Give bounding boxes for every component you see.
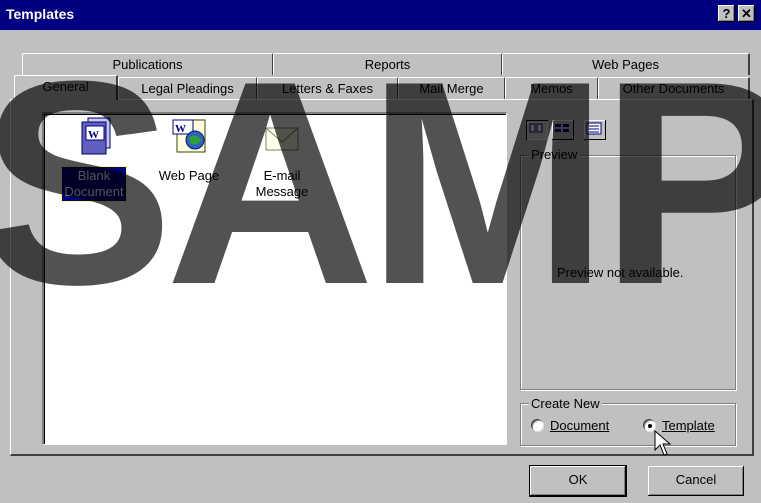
tab-memos[interactable]: Memos [505,77,599,99]
tab-mail-merge[interactable]: Mail Merge [398,77,506,99]
list-view-icon [555,124,569,132]
tab-other-documents[interactable]: Other Documents [598,77,750,99]
preview-title: Preview [529,147,580,162]
item-label-line1: Web Page [158,168,220,183]
cancel-button[interactable]: Cancel [648,466,744,496]
radio-button[interactable] [532,419,544,432]
radio-document[interactable]: Document [532,418,609,433]
ok-button[interactable]: OK [529,465,627,497]
details-view-icon [586,122,602,135]
web-page-icon: W [172,119,206,153]
close-button[interactable]: ✕ [738,5,755,22]
item-label-line2: Document [64,184,124,199]
svg-text:W: W [88,129,99,141]
tab-reports[interactable]: Reports [273,53,503,75]
email-envelope-icon [265,127,299,151]
item-label-line1: E-mail [263,168,301,183]
list-view-button[interactable] [552,120,574,140]
tab-general[interactable]: General [14,75,118,100]
title-bar: Templates ? ✕ [0,0,761,30]
tab-web-pages[interactable]: Web Pages [502,53,750,75]
item-label-line1: Blank [77,168,111,183]
tab-publications[interactable]: Publications [22,53,274,75]
templates-list[interactable]: W Blank Document W Web Page E-mail Message [42,112,507,445]
tab-legal-pleadings[interactable]: Legal Pleadings [118,77,258,99]
mouse-pointer-icon [654,430,672,456]
word-document-icon: W [81,117,111,155]
list-item-email-message[interactable]: E-mail Message [242,116,322,201]
create-new-title: Create New [529,396,602,411]
tab-letters-faxes[interactable]: Letters & Faxes [257,77,399,99]
window-title: Templates [6,6,75,22]
item-label-line2: Message [255,184,309,199]
preview-message: Preview not available. [557,265,684,280]
list-item-web-page[interactable]: W Web Page [149,116,229,185]
svg-text:W: W [175,123,186,135]
large-icons-view-icon [529,123,543,133]
radio-label-document: Document [550,418,610,433]
help-button[interactable]: ? [718,5,735,22]
list-item-blank-document[interactable]: W Blank Document [54,116,134,202]
details-view-button[interactable] [584,120,606,140]
large-icons-view-button[interactable] [526,120,548,140]
